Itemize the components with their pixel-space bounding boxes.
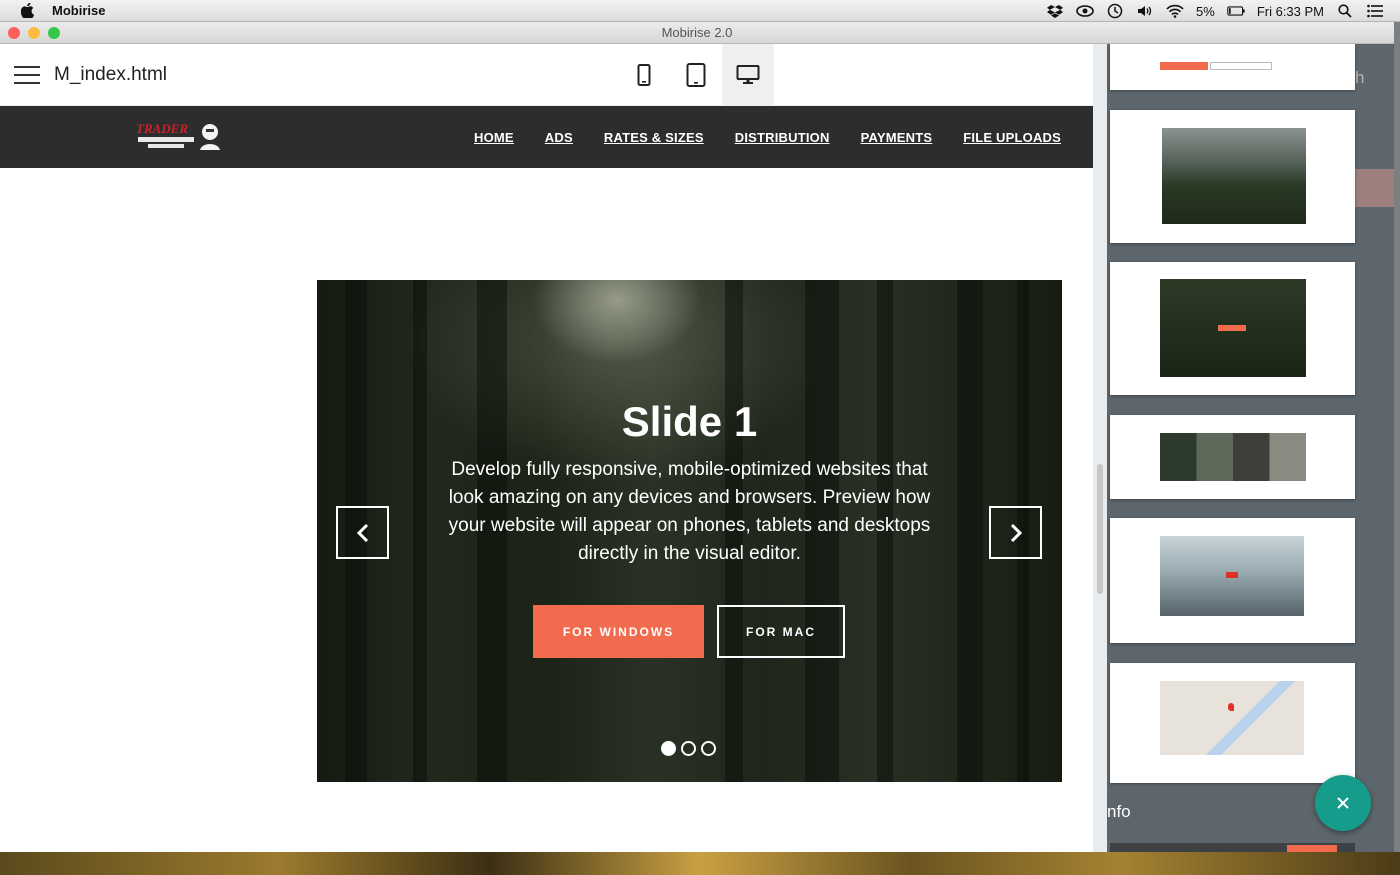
window-edge bbox=[1394, 22, 1400, 852]
block-thumbnail-full-screen-image[interactable] bbox=[1110, 110, 1355, 243]
app-window: Mobirise 2.0 M_index.html TRADER HOME AD… bbox=[0, 22, 1394, 852]
slide-indicator-1[interactable] bbox=[661, 741, 676, 756]
editor-canvas: M_index.html TRADER HOME ADS RATES & SIZ… bbox=[0, 44, 1093, 852]
thumb-image bbox=[1162, 128, 1306, 224]
nav-link-file-uploads[interactable]: FILE UPLOADS bbox=[963, 130, 1061, 145]
block-thumbnail-slider[interactable] bbox=[1110, 262, 1355, 395]
thumb-image bbox=[1160, 433, 1306, 481]
menubar-clock[interactable]: Fri 6:33 PM bbox=[1257, 4, 1324, 19]
block-thumbnail-map[interactable] bbox=[1110, 663, 1355, 783]
window-title: Mobirise 2.0 bbox=[661, 25, 733, 40]
window-controls bbox=[8, 27, 60, 39]
logo-text: TRADER bbox=[136, 121, 188, 136]
block-thumbnail-header[interactable] bbox=[1110, 44, 1355, 90]
chevron-left-icon bbox=[356, 523, 368, 542]
desktop-icon[interactable] bbox=[722, 44, 774, 106]
dropbox-icon[interactable] bbox=[1046, 3, 1064, 19]
block-thumbnail-gallery[interactable] bbox=[1110, 415, 1355, 499]
nav-link-distribution[interactable]: DISTRIBUTION bbox=[735, 130, 830, 145]
site-navbar: TRADER HOME ADS RATES & SIZES DISTRIBUTI… bbox=[0, 106, 1093, 168]
panel-background-element bbox=[1353, 169, 1394, 207]
nav-link-payments[interactable]: PAYMENTS bbox=[861, 130, 933, 145]
page-filename[interactable]: M_index.html bbox=[54, 64, 167, 86]
spotlight-search-icon[interactable] bbox=[1336, 3, 1354, 19]
for-mac-button[interactable]: FOR MAC bbox=[717, 605, 845, 658]
scrollbar[interactable] bbox=[1097, 464, 1103, 594]
menubar-status: 5% Fri 6:33 PM bbox=[1046, 0, 1384, 22]
editor-toolbar: M_index.html bbox=[0, 44, 1093, 106]
map-pin-icon bbox=[1228, 703, 1234, 711]
close-blocks-button[interactable] bbox=[1315, 775, 1371, 831]
battery-percent: 5% bbox=[1196, 3, 1215, 19]
nav-link-rates-sizes[interactable]: RATES & SIZES bbox=[604, 130, 704, 145]
slide-indicator-3[interactable] bbox=[701, 741, 716, 756]
panel-info-label: nfo bbox=[1107, 802, 1131, 821]
slider-prev-button[interactable] bbox=[336, 506, 389, 559]
thumb-button bbox=[1218, 325, 1246, 331]
battery-icon[interactable] bbox=[1227, 3, 1245, 19]
window-titlebar[interactable]: Mobirise 2.0 bbox=[0, 22, 1394, 44]
thumb-map-image bbox=[1160, 681, 1304, 755]
close-icon bbox=[1337, 797, 1349, 809]
menu-icon[interactable] bbox=[14, 65, 40, 84]
minimize-window-button[interactable] bbox=[28, 27, 40, 39]
device-switcher bbox=[618, 44, 774, 106]
zoom-window-button[interactable] bbox=[48, 27, 60, 39]
panel-background-text: h bbox=[1355, 68, 1365, 87]
app-name[interactable]: Mobirise bbox=[52, 3, 105, 18]
site-nav-links: HOME ADS RATES & SIZES DISTRIBUTION PAYM… bbox=[474, 106, 1061, 168]
slider-next-button[interactable] bbox=[989, 506, 1042, 559]
close-window-button[interactable] bbox=[8, 27, 20, 39]
blocks-panel: h nfo bbox=[1093, 44, 1394, 852]
volume-icon[interactable] bbox=[1136, 3, 1154, 19]
tablet-icon[interactable] bbox=[670, 44, 722, 106]
site-logo[interactable]: TRADER bbox=[134, 120, 226, 154]
hero-slider[interactable]: Slide 1 Develop fully responsive, mobile… bbox=[317, 280, 1062, 782]
wifi-icon[interactable] bbox=[1166, 3, 1184, 19]
thumb-button bbox=[1210, 62, 1272, 70]
apple-icon[interactable] bbox=[18, 3, 36, 19]
desktop-wallpaper bbox=[0, 852, 1400, 875]
slide-title: Slide 1 bbox=[621, 398, 758, 445]
nav-link-ads[interactable]: ADS bbox=[545, 130, 573, 145]
eye-icon[interactable] bbox=[1076, 3, 1094, 19]
for-windows-button[interactable]: FOR WINDOWS bbox=[533, 605, 704, 658]
nav-link-home[interactable]: HOME bbox=[474, 130, 514, 145]
mac-menubar: Mobirise 5% Fri 6:33 PM bbox=[0, 0, 1400, 22]
slider-indicators bbox=[661, 741, 716, 756]
slide-indicator-2[interactable] bbox=[681, 741, 696, 756]
time-machine-icon[interactable] bbox=[1106, 3, 1124, 19]
block-thumbnail-partial[interactable] bbox=[1110, 843, 1355, 852]
slide-description: Develop fully responsive, mobile-optimiz… bbox=[448, 459, 931, 564]
thumb-play-button bbox=[1226, 572, 1238, 578]
block-thumbnail-video-header[interactable] bbox=[1110, 518, 1355, 643]
notification-center-icon[interactable] bbox=[1366, 3, 1384, 19]
thumb-tag bbox=[1287, 845, 1337, 852]
chevron-right-icon bbox=[1010, 523, 1022, 542]
phone-icon[interactable] bbox=[618, 44, 670, 106]
thumb-button bbox=[1160, 62, 1208, 70]
